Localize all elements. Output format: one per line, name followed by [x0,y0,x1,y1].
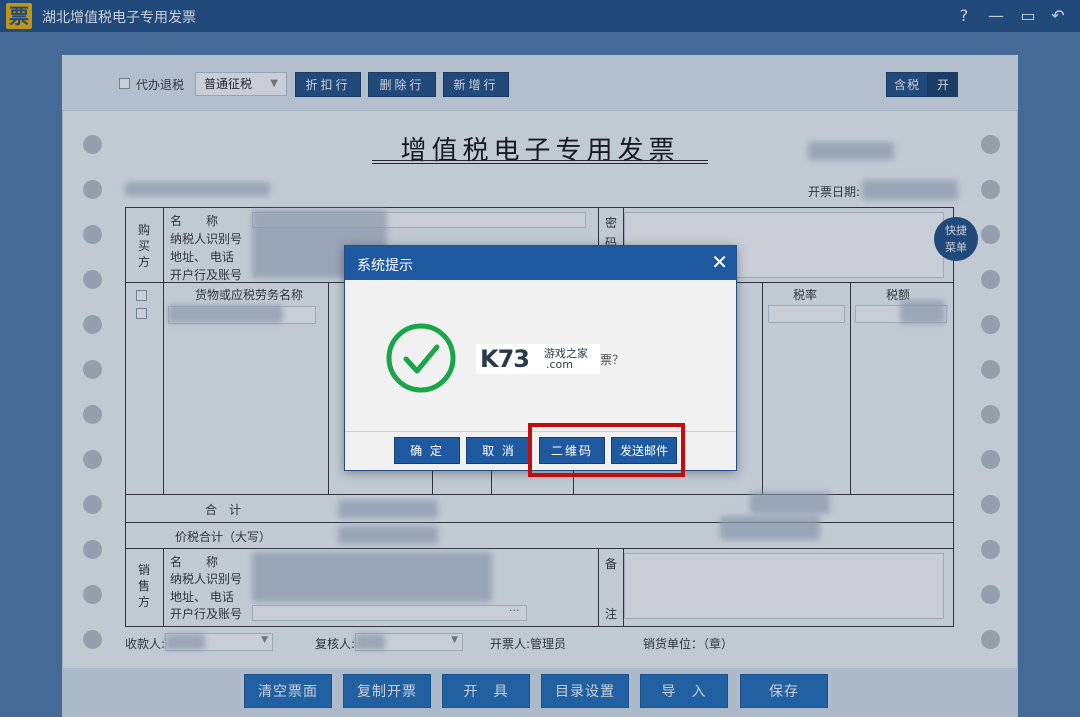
highlight-box [528,423,685,477]
cancel-button[interactable]: 取 消 [466,437,532,464]
watermark-site-com: .com [546,358,573,371]
watermark-brand: K73 [480,345,530,373]
dialog-message: 票？ [600,353,625,367]
site-watermark: K73 游戏之家 .com [476,344,600,374]
dialog-title: 系统提示 [357,258,413,274]
close-icon[interactable]: ✕ [711,250,728,274]
success-check-icon [386,323,456,393]
dialog-header: 系统提示 ✕ [345,246,736,280]
confirm-button[interactable]: 确 定 [394,437,460,464]
